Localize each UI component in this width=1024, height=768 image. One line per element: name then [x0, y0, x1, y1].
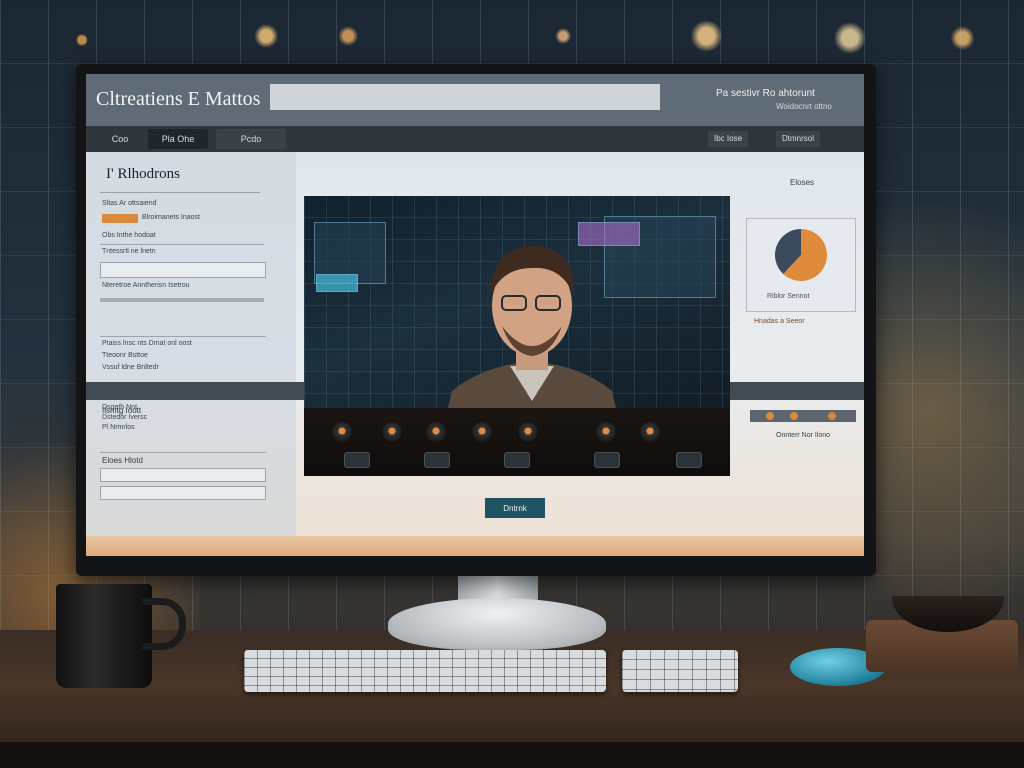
highlight-tag	[102, 214, 138, 223]
control-knob[interactable]	[596, 422, 616, 442]
chart-caption: Riblor Sennot	[767, 293, 810, 300]
numpad	[622, 650, 738, 692]
control-knob[interactable]	[332, 422, 352, 442]
section-label: Ilsmtg Ioott	[102, 406, 142, 415]
video-player[interactable]	[304, 196, 730, 476]
panel-text: Nteretroe Anntherisn Isetrou	[102, 282, 190, 289]
control-button[interactable]	[504, 452, 530, 468]
control-button[interactable]	[676, 452, 702, 468]
monitor-stand-base	[388, 598, 606, 650]
status-dot	[766, 412, 774, 420]
control-button[interactable]	[424, 452, 450, 468]
divider	[100, 298, 264, 302]
panel-text: Dstedor Iversc	[102, 414, 148, 421]
text-field[interactable]	[100, 262, 266, 278]
control-knob[interactable]	[518, 422, 538, 442]
account-subtext: Woidocnrt ottno	[776, 102, 832, 111]
tab-third[interactable]: Pcdo	[216, 129, 286, 149]
coffee-mug	[56, 584, 152, 688]
status-dot	[828, 412, 836, 420]
control-knob[interactable]	[472, 422, 492, 442]
keyboard	[244, 650, 606, 692]
nav-right-item[interactable]: Dtmnrsol	[776, 131, 821, 147]
panel-text: Pl Nrmrlos	[102, 424, 135, 431]
control-knob[interactable]	[426, 422, 446, 442]
chart-card: Riblor Sennot	[746, 218, 856, 312]
panel-text: Ptaiss lnsc nts Dmat onl oost	[102, 340, 192, 347]
control-button[interactable]	[594, 452, 620, 468]
control-deck	[304, 408, 730, 476]
right-panel-title: Eloses	[790, 178, 815, 187]
nav-bar: Coo Pla Ohe Pcdo Ibc Iose Dtmnrsol	[86, 126, 864, 152]
right-caption: Onnterr Nor Ilono	[776, 432, 831, 439]
hud-highlight	[316, 274, 358, 292]
mug-handle	[142, 598, 186, 650]
right-caption: Hnadas a Seeor	[754, 318, 805, 325]
panel-text: Blroimanets Inaost	[142, 214, 200, 221]
panel-text: Tntessrtl ne lnetn	[102, 248, 156, 255]
control-knob[interactable]	[382, 422, 402, 442]
right-glow	[864, 120, 1024, 600]
divider	[100, 452, 266, 453]
app-header: Cltreatiens E Mattos Pa sestivr Ro ahtor…	[86, 74, 864, 126]
desk-edge	[0, 742, 1024, 768]
panel-heading: I' Rlhodrons	[106, 166, 180, 182]
panel-text: Obs Inthe hodoat	[102, 232, 156, 239]
panel-text: Sltas Ar ottsaiend	[102, 200, 157, 207]
primary-action-button[interactable]: Dntrnk	[485, 498, 545, 518]
pie-chart	[775, 229, 827, 281]
control-button[interactable]	[344, 452, 370, 468]
divider	[100, 192, 260, 193]
right-section-bar	[750, 410, 856, 422]
account-link[interactable]: Pa sestivr Ro ahtorunt	[716, 88, 815, 99]
panel-text: Tteoonr Bsttoe	[102, 352, 148, 359]
search-input[interactable]	[270, 84, 660, 110]
status-dot	[790, 412, 798, 420]
text-field[interactable]	[100, 468, 266, 482]
screen-footer	[86, 536, 864, 556]
app-title: Cltreatiens E Mattos	[96, 88, 261, 110]
screen: Cltreatiens E Mattos Pa sestivr Ro ahtor…	[86, 74, 864, 556]
tab-active[interactable]: Pla Ohe	[148, 129, 208, 149]
section-label: Eloes Hlotd	[102, 456, 143, 465]
nav-right-item[interactable]: Ibc Iose	[708, 131, 749, 147]
monitor: Cltreatiens E Mattos Pa sestivr Ro ahtor…	[76, 64, 876, 576]
divider	[100, 336, 266, 337]
control-knob[interactable]	[640, 422, 660, 442]
text-field[interactable]	[100, 486, 266, 500]
divider	[100, 244, 264, 245]
tab-home[interactable]: Coo	[100, 129, 140, 149]
panel-text: Vssuf ldne Bnltedr	[102, 364, 159, 371]
